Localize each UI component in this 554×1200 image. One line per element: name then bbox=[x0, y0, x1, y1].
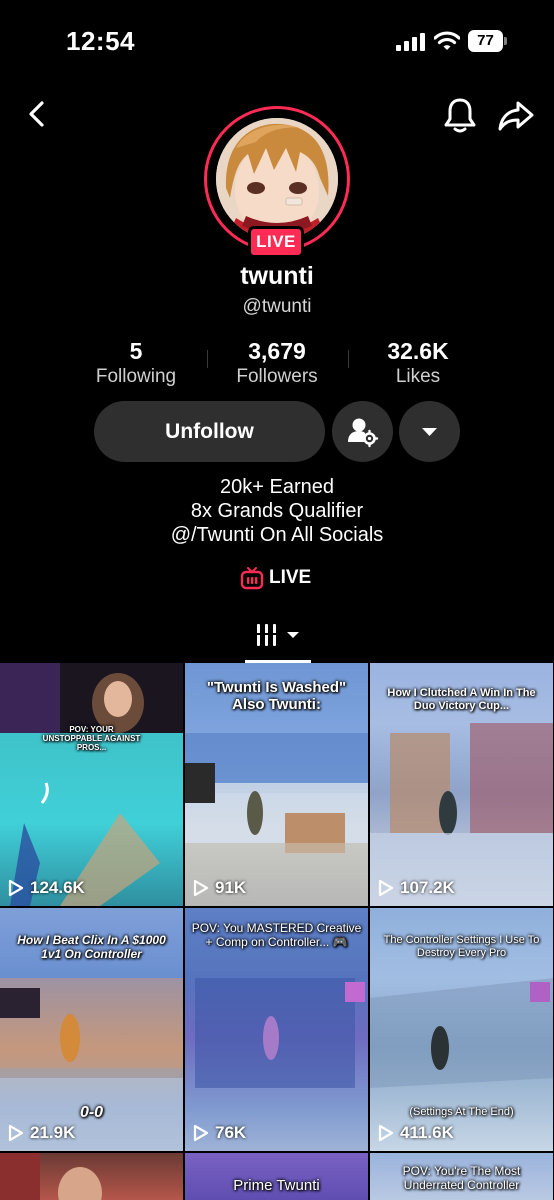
view-count: 124.6K bbox=[8, 878, 85, 898]
live-link[interactable]: LIVE bbox=[240, 566, 320, 592]
view-count: 107.2K bbox=[378, 878, 455, 898]
video-caption: POV: YOUR UNSTOPPABLE AGAINST PROS... bbox=[42, 725, 141, 753]
username-handle: @twunti bbox=[242, 296, 312, 317]
play-icon bbox=[378, 879, 394, 897]
video-overlay-text: (Settings At The End) bbox=[409, 1106, 514, 1118]
stat-following[interactable]: 5 Following bbox=[66, 338, 206, 388]
stat-label: Followers bbox=[236, 366, 318, 387]
bio-line: @/Twunti On All Socials bbox=[170, 524, 384, 546]
bell-icon[interactable] bbox=[442, 96, 478, 134]
stat-followers[interactable]: 3,679 Followers bbox=[207, 338, 347, 388]
unfollow-button[interactable]: Unfollow bbox=[94, 401, 325, 462]
video-tile[interactable]: POV: YOUR UNSTOPPABLE AGAINST PROS... 12… bbox=[0, 663, 183, 906]
video-tile[interactable]: The Controller Settings I Use To Destroy… bbox=[370, 908, 553, 1151]
battery-icon: 77 bbox=[468, 30, 508, 52]
stat-value: 3,679 bbox=[248, 338, 306, 364]
clock: 12:54 bbox=[66, 26, 135, 56]
video-tile[interactable] bbox=[0, 1153, 183, 1200]
avatar[interactable] bbox=[216, 118, 338, 240]
avatar-image bbox=[216, 118, 338, 240]
bio-line: 8x Grands Qualifier bbox=[190, 500, 364, 522]
video-caption: How I Beat Clix In A $1000 1v1 On Contro… bbox=[17, 933, 166, 961]
video-caption: How I Clutched A Win In The Duo Victory … bbox=[387, 687, 536, 712]
video-caption: POV: You're The Most Underrated Controll… bbox=[402, 1164, 521, 1192]
share-arrow-icon[interactable] bbox=[496, 98, 536, 134]
stat-value: 5 bbox=[129, 338, 143, 364]
play-icon bbox=[193, 879, 209, 897]
wifi-icon bbox=[434, 31, 460, 50]
video-caption: POV: You MASTERED Creative + Comp on Con… bbox=[191, 921, 362, 949]
view-count: 76K bbox=[193, 1123, 246, 1143]
view-count: 21.9K bbox=[8, 1123, 75, 1143]
play-icon bbox=[8, 879, 24, 897]
stat-label: Likes bbox=[395, 366, 441, 387]
video-caption: "Twunti Is Washed" Also Twunti: bbox=[206, 679, 347, 714]
video-caption: Prime Twunti bbox=[233, 1177, 320, 1194]
status-bar: 12:54 77 bbox=[0, 0, 554, 84]
tv-live-icon bbox=[240, 567, 264, 590]
view-count: 411.6K bbox=[378, 1123, 454, 1143]
video-tile[interactable]: POV: You're The Most Underrated Controll… bbox=[370, 1153, 553, 1200]
video-overlay-text: 0-0 bbox=[79, 1104, 104, 1121]
bio-line: 20k+ Earned bbox=[220, 476, 334, 498]
video-tile[interactable]: "Twunti Is Washed" Also Twunti: 91K bbox=[185, 663, 368, 906]
video-tile[interactable]: How I Beat Clix In A $1000 1v1 On Contro… bbox=[0, 908, 183, 1151]
video-caption: The Controller Settings I Use To Destroy… bbox=[383, 934, 540, 959]
play-icon bbox=[193, 1124, 209, 1142]
friend-settings-button[interactable] bbox=[332, 401, 393, 462]
more-dropdown-button[interactable] bbox=[399, 401, 460, 462]
caret-down-icon bbox=[422, 428, 437, 436]
video-tile[interactable]: Prime Twunti bbox=[185, 1153, 368, 1200]
back-arrow-icon[interactable] bbox=[22, 98, 54, 130]
stat-value: 32.6K bbox=[387, 338, 449, 364]
play-icon bbox=[378, 1124, 394, 1142]
video-tile[interactable]: POV: You MASTERED Creative + Comp on Con… bbox=[185, 908, 368, 1151]
user-gear-icon bbox=[348, 418, 379, 448]
cellular-signal-icon bbox=[396, 33, 425, 51]
live-badge[interactable]: LIVE bbox=[248, 226, 304, 258]
tab-videos[interactable] bbox=[246, 618, 310, 660]
play-icon bbox=[8, 1124, 24, 1142]
view-count: 91K bbox=[193, 878, 246, 898]
live-link-label: LIVE bbox=[269, 567, 312, 588]
stat-likes[interactable]: 32.6K Likes bbox=[348, 338, 488, 388]
video-tile[interactable]: How I Clutched A Win In The Duo Victory … bbox=[370, 663, 553, 906]
stat-label: Following bbox=[95, 366, 177, 387]
display-name: twunti bbox=[240, 262, 314, 290]
battery-level: 77 bbox=[468, 30, 503, 52]
grid-bars-icon bbox=[252, 624, 299, 646]
